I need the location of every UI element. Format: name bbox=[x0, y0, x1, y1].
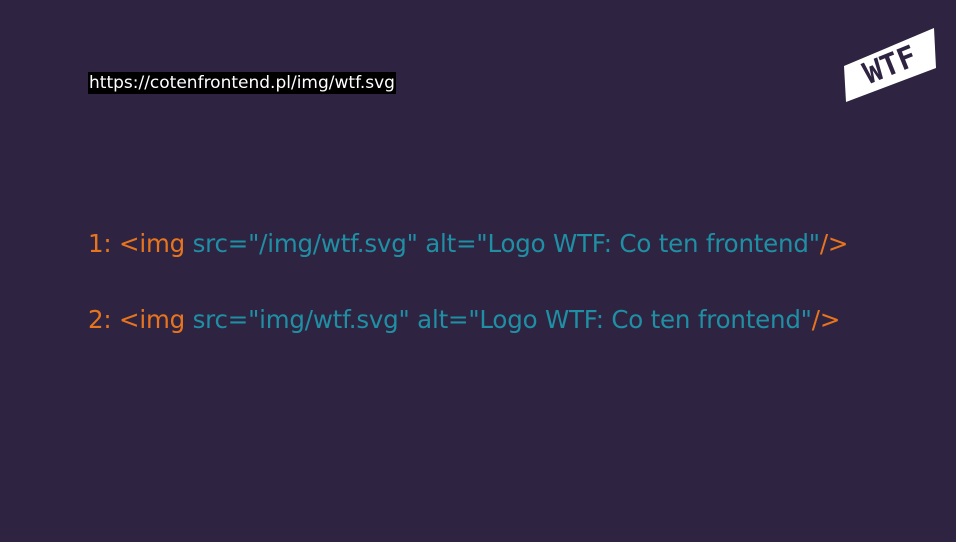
tag-open: <img bbox=[119, 229, 185, 258]
code-line-2: 2: <img src="img/wtf.svg" alt="Logo WTF:… bbox=[88, 304, 840, 336]
slide: { "url_label": "https://cotenfrontend.pl… bbox=[0, 0, 956, 542]
tag-close: /> bbox=[819, 229, 849, 258]
tag-open: <img bbox=[119, 305, 185, 334]
code-line-1: 1: <img src="/img/wtf.svg" alt="Logo WTF… bbox=[88, 228, 848, 260]
tag-attributes: src="img/wtf.svg" alt="Logo WTF: Co ten … bbox=[192, 305, 812, 334]
line-number: 1: bbox=[88, 229, 112, 258]
tag-close: /> bbox=[811, 305, 841, 334]
url-label: https://cotenfrontend.pl/img/wtf.svg bbox=[88, 72, 396, 94]
tag-attributes: src="/img/wtf.svg" alt="Logo WTF: Co ten… bbox=[192, 229, 820, 258]
wtf-logo-icon: WTF bbox=[844, 28, 936, 102]
line-number: 2: bbox=[88, 305, 112, 334]
